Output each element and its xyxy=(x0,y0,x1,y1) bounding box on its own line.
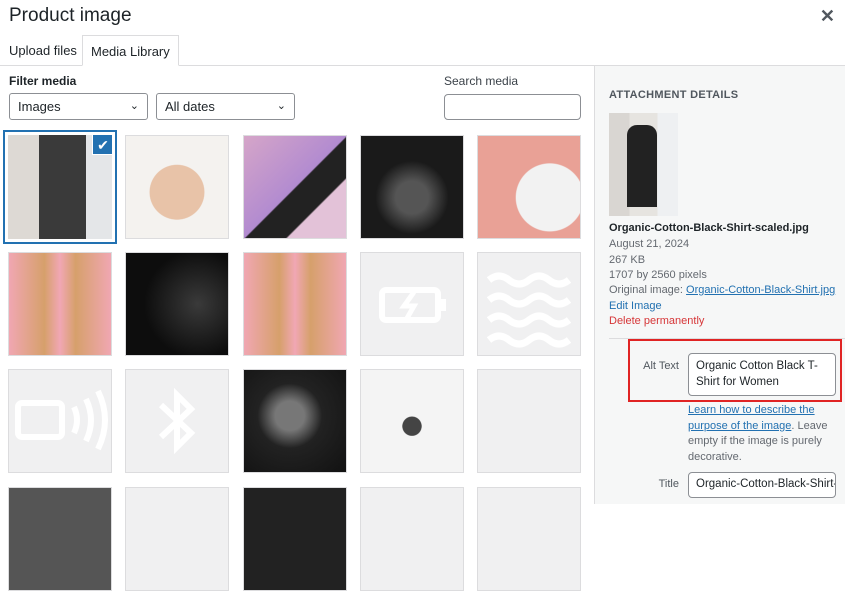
media-tile-black-headphones[interactable] xyxy=(360,369,464,473)
battery-charging-icon xyxy=(379,287,446,323)
media-tile-man-portrait[interactable] xyxy=(243,369,347,473)
original-image-label: Original image: xyxy=(609,284,683,296)
date-value: All dates xyxy=(165,99,215,114)
media-tile-airpods-max[interactable] xyxy=(8,252,112,356)
media-tile[interactable] xyxy=(243,487,347,591)
media-tile-dark-headphones[interactable] xyxy=(360,135,464,239)
attachment-thumbnail xyxy=(609,113,678,216)
media-tile[interactable] xyxy=(477,487,581,591)
media-tile[interactable] xyxy=(8,487,112,591)
edit-image-link[interactable]: Edit Image xyxy=(609,300,662,312)
delete-permanently-link[interactable]: Delete permanently xyxy=(609,315,704,327)
attachment-filename: Organic-Cotton-Black-Shirt-scaled.jpg xyxy=(609,222,809,234)
media-type-select[interactable]: Images ⌄ xyxy=(9,93,148,120)
media-tile-waves[interactable] xyxy=(477,252,581,356)
alt-text-input[interactable]: Organic Cotton Black T-Shirt for Women xyxy=(688,353,836,396)
media-tile-woman-black-shirt[interactable]: ✔ xyxy=(8,135,112,239)
date-select[interactable]: All dates ⌄ xyxy=(156,93,295,120)
title-label: Title xyxy=(658,478,679,490)
media-tile-pink-headphones[interactable] xyxy=(125,135,229,239)
media-tile-blank[interactable] xyxy=(477,369,581,473)
tab-upload-files[interactable]: Upload files xyxy=(1,35,85,66)
close-icon[interactable]: ✕ xyxy=(820,6,835,27)
media-tile[interactable] xyxy=(360,487,464,591)
attachment-details-heading: ATTACHMENT DETAILS xyxy=(609,89,739,101)
media-type-value: Images xyxy=(18,99,61,114)
bluetooth-icon xyxy=(158,387,196,455)
speaker-waves-icon xyxy=(15,389,108,451)
original-image-link[interactable]: Organic-Cotton-Black-Shirt.jpg xyxy=(686,284,835,296)
media-tile-speaker[interactable] xyxy=(8,369,112,473)
media-tile-white-headphones[interactable] xyxy=(477,135,581,239)
alt-text-help: Learn how to describe the purpose of the… xyxy=(688,403,838,465)
modal-title: Product image xyxy=(9,5,132,26)
media-tile-battery[interactable] xyxy=(360,252,464,356)
attachment-details-panel: ATTACHMENT DETAILS Organic-Cotton-Black-… xyxy=(594,66,845,504)
search-label: Search media xyxy=(444,74,519,88)
attachment-dimensions: 1707 by 2560 pixels xyxy=(609,269,707,281)
media-tile-dark-closeup[interactable] xyxy=(125,252,229,356)
media-tile[interactable] xyxy=(125,487,229,591)
media-tile-bluetooth[interactable] xyxy=(125,369,229,473)
attachment-date: August 21, 2024 xyxy=(609,238,690,250)
tabs: Upload files Media Library xyxy=(0,35,845,66)
media-tile-headphones-laptop[interactable] xyxy=(243,135,347,239)
filter-media-label: Filter media xyxy=(9,74,77,88)
search-input[interactable] xyxy=(444,94,581,120)
tab-media-library[interactable]: Media Library xyxy=(82,35,179,66)
chevron-down-icon: ⌄ xyxy=(129,100,139,112)
media-tile-airpods-max[interactable] xyxy=(243,252,347,356)
waves-icon xyxy=(486,272,572,348)
alt-text-label: Alt Text xyxy=(643,360,679,372)
checkmark-icon[interactable]: ✔ xyxy=(92,135,112,155)
attachment-size: 267 KB xyxy=(609,254,646,266)
chevron-down-icon: ⌄ xyxy=(276,100,286,112)
title-input[interactable]: Organic-Cotton-Black-Shirt-scaled xyxy=(688,472,836,498)
